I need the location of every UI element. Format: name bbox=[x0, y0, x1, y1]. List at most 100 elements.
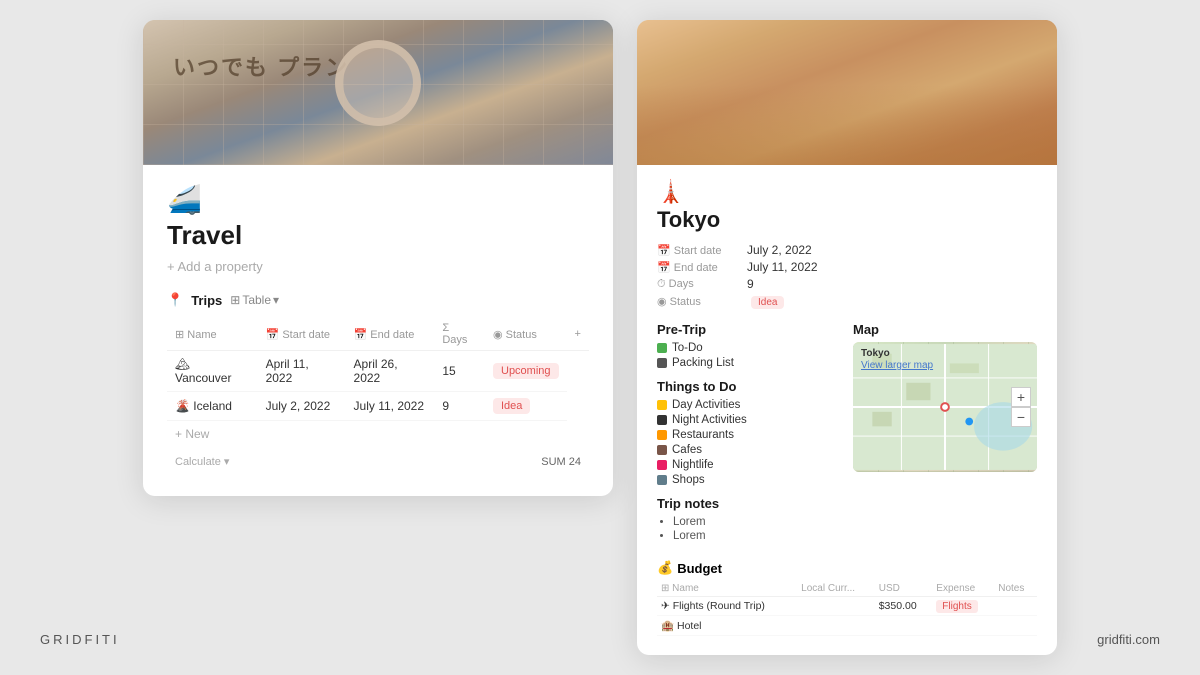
row-start: July 2, 2022 bbox=[258, 392, 346, 421]
budget-row: ✈ Flights (Round Trip) $350.00 Flights bbox=[657, 597, 1037, 616]
todo-dot-icon bbox=[657, 343, 667, 353]
budget-row-name: ✈ Flights (Round Trip) bbox=[657, 597, 797, 616]
nightlife-item[interactable]: Nightlife bbox=[657, 459, 841, 471]
nightlife-icon bbox=[657, 460, 667, 470]
map-zoom-in-button[interactable]: + bbox=[1011, 387, 1031, 407]
budget-row: 🏨 Hotel bbox=[657, 616, 1037, 636]
col-add[interactable]: + bbox=[567, 318, 589, 351]
restaurants-item[interactable]: Restaurants bbox=[657, 429, 841, 441]
night-activities-item[interactable]: Night Activities bbox=[657, 414, 841, 426]
pre-trip-packing[interactable]: Packing List bbox=[657, 357, 841, 369]
row-name: 🌋 Iceland bbox=[167, 392, 258, 421]
left-sections: Pre-Trip To-Do Packing List Things to Do bbox=[657, 322, 841, 552]
table-view-toggle[interactable]: ⊞ Table ▾ bbox=[230, 293, 279, 307]
budget-label: Budget bbox=[677, 561, 722, 576]
packing-dot-icon bbox=[657, 358, 667, 368]
budget-row-expense: Flights bbox=[932, 597, 994, 616]
expense-badge-flights: Flights bbox=[936, 600, 977, 613]
budget-col-local: Local Curr... bbox=[797, 581, 875, 597]
tokyo-card-body: 🗼 Tokyo 📅 Start date July 2, 2022 📅 End … bbox=[637, 165, 1057, 655]
scene: 🚄 Travel + Add a property 📍 Trips ⊞ Tabl… bbox=[143, 20, 1057, 655]
status-badge-idea: Idea bbox=[751, 296, 784, 309]
col-start-date: 📅 Start date bbox=[258, 318, 346, 351]
budget-row-expense bbox=[932, 616, 994, 636]
budget-row-usd bbox=[875, 616, 933, 636]
row-status: Idea bbox=[485, 392, 567, 421]
table-label: Table bbox=[242, 293, 271, 307]
shops-item[interactable]: Shops bbox=[657, 474, 841, 486]
status-badge-upcoming: Upcoming bbox=[493, 363, 559, 379]
map-controls: + − bbox=[1011, 387, 1031, 427]
two-col-section: Pre-Trip To-Do Packing List Things to Do bbox=[657, 322, 1037, 552]
trip-notes-section: Trip notes Lorem Lorem bbox=[657, 496, 841, 542]
night-act-label: Night Activities bbox=[672, 414, 747, 426]
meta-end-date: 📅 End date July 11, 2022 bbox=[657, 260, 1037, 274]
cafes-label: Cafes bbox=[672, 444, 702, 456]
meta-val-days: 9 bbox=[747, 277, 754, 291]
budget-header-row: ⊞ Name Local Curr... USD Expense Notes bbox=[657, 581, 1037, 597]
calendar-icon: 📅 bbox=[266, 329, 283, 341]
night-act-icon bbox=[657, 415, 667, 425]
sum-display: SUM 24 bbox=[541, 456, 581, 468]
meta-val-status: Idea bbox=[747, 294, 784, 308]
pre-trip-todo[interactable]: To-Do bbox=[657, 342, 841, 354]
budget-emoji: 💰 bbox=[657, 560, 673, 576]
row-end: April 26, 2022 bbox=[346, 351, 435, 392]
day-activities-item[interactable]: Day Activities bbox=[657, 399, 841, 411]
row-status: Upcoming bbox=[485, 351, 567, 392]
calculate-row: Calculate ▾ SUM 24 bbox=[167, 451, 589, 472]
budget-title: 💰 Budget bbox=[657, 560, 1037, 576]
tokyo-title: Tokyo bbox=[657, 207, 1037, 233]
budget-row-notes bbox=[994, 597, 1037, 616]
col-status: ◉ Status bbox=[485, 318, 567, 351]
row-days: 15 bbox=[434, 351, 485, 392]
trips-table-header-row: ⊞ Name 📅 Start date 📅 End date Σ Days ◉ … bbox=[167, 318, 589, 351]
meta-key-start: 📅 Start date bbox=[657, 244, 747, 257]
pre-trip-section: Pre-Trip To-Do Packing List bbox=[657, 322, 841, 369]
shops-icon bbox=[657, 475, 667, 485]
packing-label: Packing List bbox=[672, 357, 734, 369]
budget-row-local bbox=[797, 616, 875, 636]
map-city-label: Tokyo bbox=[861, 348, 890, 359]
budget-row-local bbox=[797, 597, 875, 616]
col-end-date: 📅 End date bbox=[346, 318, 435, 351]
todo-label: To-Do bbox=[672, 342, 703, 354]
meta-start-date: 📅 Start date July 2, 2022 bbox=[657, 243, 1037, 257]
calculate-button[interactable]: Calculate ▾ bbox=[175, 455, 229, 468]
meta-key-days: ⏱ Days bbox=[657, 278, 747, 291]
meta-key-end: 📅 End date bbox=[657, 261, 747, 274]
budget-section: 💰 Budget ⊞ Name Local Curr... USD Expens… bbox=[657, 560, 1037, 636]
map-box: Tokyo View larger map + − bbox=[853, 342, 1037, 472]
budget-col-name: ⊞ Name bbox=[657, 581, 797, 597]
calendar-end-icon: 📅 bbox=[354, 329, 371, 341]
add-property-button[interactable]: + Add a property bbox=[167, 259, 589, 274]
nightlife-label: Nightlife bbox=[672, 459, 714, 471]
row-days: 9 bbox=[434, 392, 485, 421]
cafes-item[interactable]: Cafes bbox=[657, 444, 841, 456]
branding-right: gridfiti.com bbox=[1097, 632, 1160, 647]
col-name: ⊞ Name bbox=[167, 318, 258, 351]
table-row: 🌋 Iceland July 2, 2022 July 11, 2022 9 I… bbox=[167, 392, 589, 421]
restaurants-icon bbox=[657, 430, 667, 440]
trip-note-item: Lorem bbox=[673, 530, 841, 542]
row-name: 🏔 Vancouver bbox=[167, 351, 258, 392]
budget-col-notes: Notes bbox=[994, 581, 1037, 597]
chevron-down-icon: ▾ bbox=[224, 455, 230, 468]
trip-notes-list: Lorem Lorem bbox=[657, 516, 841, 542]
meta-status: ◉ Status Idea bbox=[657, 294, 1037, 308]
new-row-button[interactable]: + New bbox=[167, 421, 589, 447]
travel-card: 🚄 Travel + Add a property 📍 Trips ⊞ Tabl… bbox=[143, 20, 613, 496]
travel-emoji: 🚄 bbox=[167, 183, 589, 216]
travel-banner bbox=[143, 20, 613, 165]
meta-key-status: ◉ Status bbox=[657, 295, 747, 308]
trip-notes-title: Trip notes bbox=[657, 496, 841, 511]
map-zoom-out-button[interactable]: − bbox=[1011, 407, 1031, 427]
map-larger-link[interactable]: View larger map bbox=[861, 360, 933, 371]
day-act-label: Day Activities bbox=[672, 399, 740, 411]
tokyo-card: 🗼 Tokyo 📅 Start date July 2, 2022 📅 End … bbox=[637, 20, 1057, 655]
meta-val-end: July 11, 2022 bbox=[747, 260, 818, 274]
budget-table: ⊞ Name Local Curr... USD Expense Notes ✈… bbox=[657, 581, 1037, 636]
budget-col-expense: Expense bbox=[932, 581, 994, 597]
budget-row-notes bbox=[994, 616, 1037, 636]
day-act-icon bbox=[657, 400, 667, 410]
